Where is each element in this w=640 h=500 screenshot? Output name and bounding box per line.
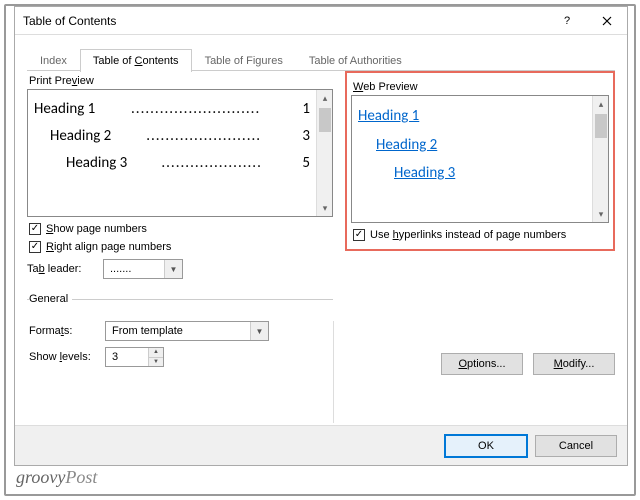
chevron-down-icon: ▼	[164, 260, 182, 278]
web-row: Heading 1	[358, 102, 586, 131]
cancel-button[interactable]: Cancel	[535, 435, 617, 457]
window-title: Table of Contents	[23, 14, 547, 28]
dialog-footer: OK Cancel	[15, 425, 627, 465]
tab-index[interactable]: Index	[27, 49, 80, 72]
vertical-divider	[333, 321, 334, 423]
show-page-numbers-checkbox[interactable]: ✓ Show page numbers	[29, 223, 333, 235]
close-icon	[602, 16, 612, 26]
tab-table-of-contents[interactable]: Table of Contents	[80, 49, 192, 72]
dialog-client: Print Preview Heading 1 ................…	[15, 71, 627, 423]
print-preview-scrollbar[interactable]: ▴ ▾	[316, 90, 332, 216]
print-row: Heading 3 ..................... 5	[34, 150, 310, 177]
titlebar: Table of Contents ?	[15, 7, 627, 35]
spin-up-icon: ▲	[149, 348, 163, 357]
web-preview-callout: Web Preview Heading 1 Heading 2 Heading …	[345, 71, 615, 251]
scroll-down-icon: ▾	[317, 200, 333, 216]
print-preview-label: Print Preview	[29, 75, 333, 87]
toc-dialog: Table of Contents ? Index Table of Conte…	[14, 6, 628, 466]
web-preview-box: Heading 1 Heading 2 Heading 3 ▴ ▾	[351, 95, 609, 223]
print-row: Heading 2 ........................ 3	[34, 123, 310, 150]
formats-combo[interactable]: From template ▼	[105, 321, 269, 341]
checkbox-icon: ✓	[29, 241, 41, 253]
print-row: Heading 1 ........................... 1	[34, 96, 310, 123]
close-button[interactable]	[587, 7, 627, 35]
web-preview-label: Web Preview	[353, 81, 609, 93]
tab-table-of-figures[interactable]: Table of Figures	[192, 49, 296, 72]
scroll-up-icon: ▴	[593, 96, 609, 112]
web-row: Heading 3	[358, 159, 586, 188]
ok-button[interactable]: OK	[445, 435, 527, 457]
tab-leader-combo[interactable]: ....... ▼	[103, 259, 183, 279]
web-preview-column: Web Preview Heading 1 Heading 2 Heading …	[345, 71, 615, 251]
right-align-page-numbers-checkbox[interactable]: ✓ Right align page numbers	[29, 241, 333, 253]
scroll-down-icon: ▾	[593, 206, 609, 222]
help-button[interactable]: ?	[547, 7, 587, 35]
tab-table-of-authorities[interactable]: Table of Authorities	[296, 49, 415, 72]
web-row: Heading 2	[358, 131, 586, 160]
spin-down-icon: ▼	[149, 357, 163, 367]
show-levels-label: Show levels:	[29, 351, 105, 363]
print-preview-box: Heading 1 ........................... 1 …	[27, 89, 333, 217]
tab-leader-label: Tab leader:	[27, 263, 103, 275]
print-preview-column: Print Preview Heading 1 ................…	[27, 71, 333, 373]
formats-label: Formats:	[29, 325, 105, 337]
options-button[interactable]: Options...	[441, 353, 523, 375]
scroll-thumb	[319, 108, 331, 132]
web-preview-scrollbar[interactable]: ▴ ▾	[592, 96, 608, 222]
web-preview-content: Heading 1 Heading 2 Heading 3	[352, 96, 592, 222]
checkbox-icon: ✓	[353, 229, 365, 241]
general-legend: General	[29, 293, 72, 305]
show-levels-spinner[interactable]: 3 ▲ ▼	[105, 347, 164, 367]
checkbox-icon: ✓	[29, 223, 41, 235]
scroll-thumb	[595, 114, 607, 138]
scroll-up-icon: ▴	[317, 90, 333, 106]
watermark: groovyPost	[16, 467, 97, 488]
chevron-down-icon: ▼	[250, 322, 268, 340]
modify-button[interactable]: Modify...	[533, 353, 615, 375]
tab-strip: Index Table of Contents Table of Figures…	[15, 35, 627, 71]
use-hyperlinks-checkbox[interactable]: ✓ Use hyperlinks instead of page numbers	[353, 229, 609, 241]
print-preview-content: Heading 1 ........................... 1 …	[28, 90, 316, 216]
general-group: General Formats: From template ▼ Show le…	[27, 293, 333, 373]
